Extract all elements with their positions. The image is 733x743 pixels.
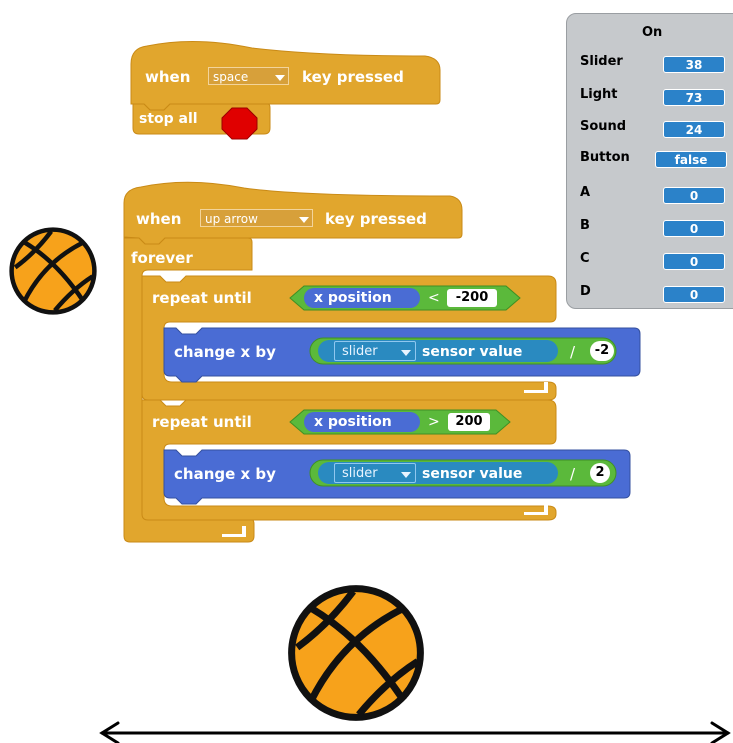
sensor-value-c: 0	[663, 253, 725, 270]
divide-label-2: /	[570, 465, 576, 483]
chevron-down-icon	[401, 472, 411, 478]
double-headed-arrow-icon	[99, 721, 731, 743]
sensor-value-button: false	[655, 151, 727, 168]
sensor-value-label-1: sensor value	[422, 344, 523, 360]
change-x-label-2: change x by	[174, 465, 276, 483]
sensor-board-panel: On Slider 38 Light 73 Sound 24 Button fa…	[566, 13, 733, 309]
sensor-board-title: On	[642, 25, 663, 40]
hat-when-label-1: when	[145, 68, 191, 86]
hat-key-pressed-label-2: key pressed	[325, 210, 427, 228]
x-position-label-1: x position	[314, 290, 392, 306]
sensor-label-button: Button	[580, 150, 630, 165]
basketball-icon[interactable]	[8, 226, 98, 316]
change-x-label-1: change x by	[174, 343, 276, 361]
key-dropdown-value-1: space	[213, 70, 249, 84]
key-dropdown-2[interactable]: up arrow	[200, 209, 313, 227]
sensor-value-d: 0	[663, 286, 725, 303]
repeat-until-label-1: repeat until	[152, 289, 252, 307]
sensor-label-b: B	[580, 218, 590, 233]
key-dropdown-value-2: up arrow	[205, 212, 258, 226]
greater-than-label: >	[428, 414, 440, 430]
sensor-label-sound: Sound	[580, 119, 627, 134]
repeat-until-label-2: repeat until	[152, 413, 252, 431]
divide-label-1: /	[570, 343, 576, 361]
forever-label: forever	[131, 249, 193, 267]
sensor-dropdown-2[interactable]: slider	[334, 463, 416, 483]
hat-when-label-2: when	[136, 210, 182, 228]
sensor-value-light: 73	[663, 89, 725, 106]
hat-key-pressed-label-1: key pressed	[302, 68, 404, 86]
sensor-value-label-2: sensor value	[422, 466, 523, 482]
sensor-value-sound: 24	[663, 121, 725, 138]
key-dropdown-1[interactable]: space	[208, 67, 289, 85]
sensor-label-light: Light	[580, 87, 618, 102]
operand-input-2[interactable]: 200	[448, 413, 490, 431]
chevron-down-icon	[299, 217, 309, 223]
sensor-dropdown-value-1: slider	[342, 344, 378, 359]
chevron-down-icon	[401, 350, 411, 356]
operand-input-1[interactable]: -200	[447, 289, 497, 307]
sensor-value-b: 0	[663, 220, 725, 237]
x-position-label-2: x position	[314, 414, 392, 430]
sensor-label-c: C	[580, 251, 590, 266]
less-than-label: <	[428, 290, 440, 306]
stop-sign-icon	[221, 107, 258, 140]
sensor-label-slider: Slider	[580, 54, 623, 69]
sensor-dropdown-value-2: slider	[342, 466, 378, 481]
sensor-label-d: D	[580, 284, 591, 299]
sensor-dropdown-1[interactable]: slider	[334, 341, 416, 361]
stop-all-label: stop all	[139, 111, 198, 127]
divisor-input-2[interactable]: 2	[590, 463, 610, 483]
chevron-down-icon	[275, 75, 285, 81]
sensor-value-a: 0	[663, 187, 725, 204]
divisor-input-1[interactable]: -2	[590, 341, 614, 361]
basketball-icon[interactable]	[286, 583, 426, 723]
sensor-label-a: A	[580, 185, 591, 200]
sensor-value-slider: 38	[663, 56, 725, 73]
